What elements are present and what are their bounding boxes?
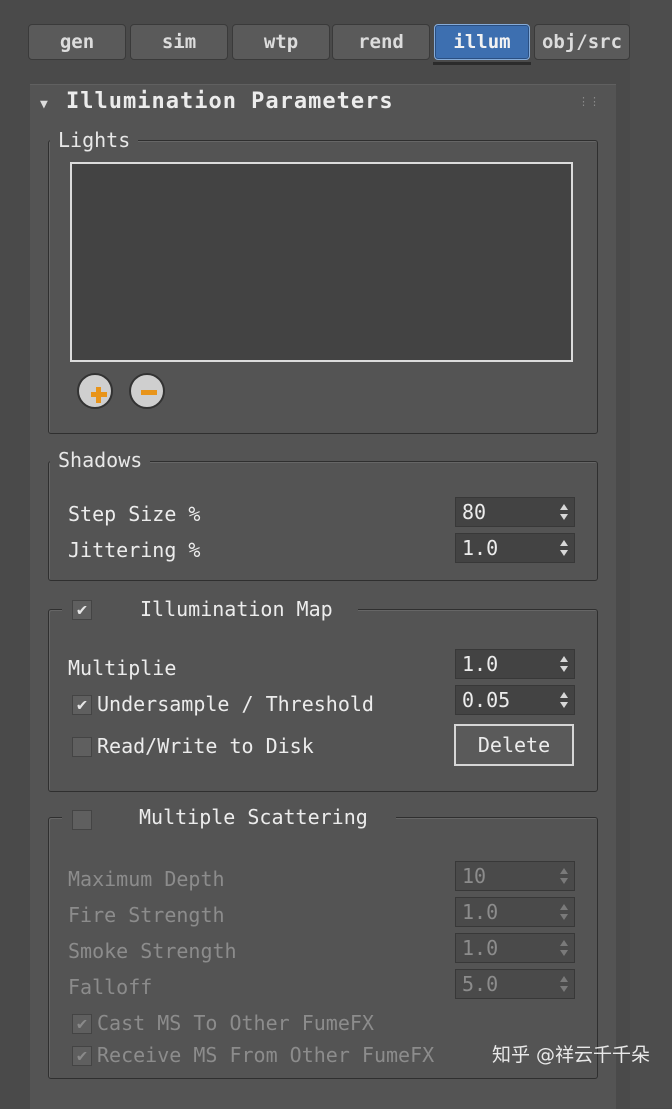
spinner-up-icon[interactable]	[560, 904, 568, 910]
spinner-up-icon[interactable]	[560, 656, 568, 662]
step-size-value: 80	[462, 500, 487, 524]
tab-gen[interactable]: gen	[28, 24, 126, 60]
fire-strength-label: Fire Strength	[68, 903, 225, 927]
multiplier-spinner[interactable]: 1.0	[455, 649, 575, 679]
spinner-down-icon[interactable]	[560, 702, 568, 708]
multiplier-label: Multiplie	[68, 656, 177, 680]
threshold-value: 0.05	[462, 688, 511, 712]
undersample-checkbox[interactable]: ✔	[72, 695, 92, 715]
collapse-triangle-icon[interactable]: ▼	[40, 97, 48, 112]
cast-ms-label: Cast MS To Other FumeFX	[97, 1011, 374, 1035]
illumination-map-label: Illumination Map	[140, 597, 333, 621]
drag-grip-icon[interactable]: ⋮⋮	[578, 95, 600, 108]
receive-ms-label: Receive MS From Other FumeFX	[97, 1043, 435, 1067]
watermark-text: 知乎 @祥云千千朵	[492, 1044, 651, 1066]
cast-ms-checkbox[interactable]: ✔	[72, 1014, 92, 1034]
rollout-header[interactable]: ▼ Illumination Parameters ⋮⋮	[30, 85, 616, 121]
threshold-spinner[interactable]: 0.05	[455, 685, 575, 715]
smoke-strength-spinner[interactable]: 1.0	[455, 933, 575, 963]
tab-rend[interactable]: rend	[332, 24, 430, 60]
spinner-down-icon[interactable]	[560, 550, 568, 556]
spinner-down-icon[interactable]	[560, 514, 568, 520]
rollout-title: Illumination Parameters	[66, 89, 394, 114]
multiplier-value: 1.0	[462, 652, 499, 676]
smoke-strength-value: 1.0	[462, 936, 499, 960]
remove-light-button[interactable]	[129, 373, 165, 409]
spinner-down-icon[interactable]	[560, 986, 568, 992]
tab-obj-src[interactable]: obj/src	[534, 24, 630, 60]
read-write-label: Read/Write to Disk	[97, 734, 314, 758]
lights-group-label: Lights	[50, 128, 139, 152]
tab-sim[interactable]: sim	[130, 24, 228, 60]
right-edge-panel	[630, 0, 672, 1108]
multiple-scattering-checkbox[interactable]	[72, 810, 92, 830]
spinner-up-icon[interactable]	[560, 504, 568, 510]
fire-strength-spinner[interactable]: 1.0	[455, 897, 575, 927]
receive-ms-checkbox[interactable]: ✔	[72, 1046, 92, 1066]
read-write-checkbox[interactable]	[72, 737, 92, 757]
jittering-value: 1.0	[462, 536, 499, 560]
spinner-down-icon[interactable]	[560, 666, 568, 672]
falloff-spinner[interactable]: 5.0	[455, 969, 575, 999]
jittering-spinner[interactable]: 1.0	[455, 533, 575, 563]
spinner-up-icon[interactable]	[560, 868, 568, 874]
smoke-strength-label: Smoke Strength	[68, 939, 237, 963]
undersample-label: Undersample / Threshold	[97, 692, 374, 716]
tab-illum[interactable]: illum	[433, 24, 531, 65]
shadows-group-label: Shadows	[50, 448, 151, 472]
step-size-label: Step Size %	[68, 502, 201, 526]
falloff-value: 5.0	[462, 972, 499, 996]
lights-list[interactable]	[70, 162, 573, 362]
spinner-down-icon[interactable]	[560, 878, 568, 884]
spinner-down-icon[interactable]	[560, 950, 568, 956]
minus-icon	[141, 390, 157, 395]
multiple-scattering-label: Multiple Scattering	[139, 805, 368, 829]
max-depth-value: 10	[462, 864, 487, 888]
falloff-label: Falloff	[68, 975, 153, 999]
illumination-map-checkbox[interactable]: ✔	[72, 600, 92, 620]
max-depth-spinner[interactable]: 10	[455, 861, 575, 891]
tab-wtp[interactable]: wtp	[232, 24, 330, 60]
fire-strength-value: 1.0	[462, 900, 499, 924]
step-size-spinner[interactable]: 80	[455, 497, 575, 527]
jittering-label: Jittering %	[68, 538, 201, 562]
spinner-up-icon[interactable]	[560, 540, 568, 546]
spinner-up-icon[interactable]	[560, 940, 568, 946]
spinner-up-icon[interactable]	[560, 976, 568, 982]
spinner-down-icon[interactable]	[560, 914, 568, 920]
delete-button[interactable]: Delete	[454, 724, 574, 766]
add-light-button[interactable]	[77, 373, 113, 409]
spinner-up-icon[interactable]	[560, 692, 568, 698]
max-depth-label: Maximum Depth	[68, 867, 225, 891]
